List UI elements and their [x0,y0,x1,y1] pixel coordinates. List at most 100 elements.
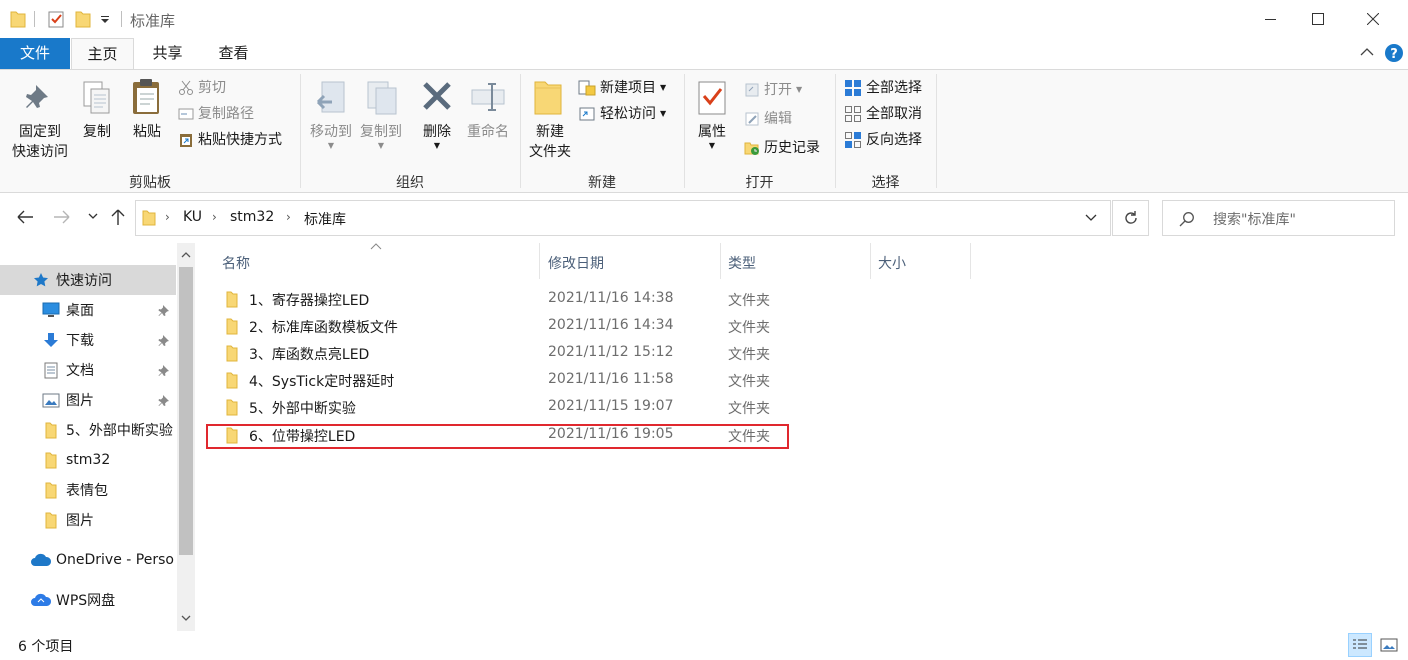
paste-button[interactable]: 粘贴 [126,122,168,142]
history-icon [744,142,759,155]
breadcrumb-ku[interactable]: KU [183,209,202,225]
scroll-thumb[interactable] [179,267,193,555]
nav-wps[interactable]: WPS网盘 [0,585,176,615]
cut-button[interactable]: 剪切 [178,78,226,98]
nav-item-downloads[interactable]: 下载 [0,325,176,355]
rename-button[interactable]: 重命名 [462,122,514,142]
group-label-new: 新建 [588,175,616,191]
copy-to-icon [364,80,400,118]
scroll-up-icon[interactable] [181,251,191,258]
delete-icon [421,80,453,112]
collapse-ribbon-icon[interactable] [1360,47,1374,57]
move-to-button[interactable]: 移动到 ▼ [304,122,358,150]
paste-shortcut-button[interactable]: 粘贴快捷方式 [178,130,282,150]
back-icon[interactable] [16,209,34,225]
select-all-button[interactable]: 全部选择 [844,78,922,98]
search-input[interactable]: 搜索"标准库" [1213,209,1296,229]
item-count: 6 个项目 [18,639,74,655]
pin-icon[interactable] [158,304,170,316]
copy-to-button[interactable]: 复制到 ▼ [354,122,408,150]
column-header-type[interactable]: 类型 [728,253,756,272]
recent-locations-icon[interactable] [88,213,98,221]
new-folder-quick-icon[interactable] [75,10,91,28]
group-label-open: 打开 [745,175,774,191]
pin-icon[interactable] [158,334,170,346]
address-bar[interactable]: › KU › stm32 › 标准库 [135,200,1111,236]
minimize-button[interactable] [1248,0,1294,38]
address-history-icon[interactable] [1085,214,1097,222]
nav-item-desktop[interactable]: 桌面 [0,295,176,325]
paste-shortcut-icon [180,134,192,147]
column-header-date[interactable]: 修改日期 [548,253,604,272]
select-none-button[interactable]: 全部取消 [844,104,922,124]
folder-icon [45,512,57,529]
tab-home[interactable]: 主页 [71,38,134,70]
invert-selection-button[interactable]: 反向选择 [844,130,922,150]
breadcrumb-separator-icon[interactable]: › [165,210,170,224]
nav-item-folder-exti[interactable]: 5、外部中断实验 [0,415,176,445]
nav-quick-access[interactable]: 快速访问 [0,265,176,295]
properties-button[interactable]: 属性 ▼ [690,122,734,150]
delete-button[interactable]: 删除 ▼ [416,122,458,150]
edit-button[interactable]: 编辑 [744,109,792,129]
tab-file[interactable]: 文件 [0,38,70,69]
properties-icon [697,78,727,116]
ribbon: 固定到 快速访问 复制 粘贴 剪切 复制路径 粘贴快捷方式 剪贴板 移动到 ▼ … [0,69,1408,193]
tab-view[interactable]: 查看 [202,38,265,69]
wps-cloud-icon [30,593,52,607]
pin-icon[interactable] [158,364,170,376]
nav-item-folder-stm32[interactable]: stm32 [0,445,176,475]
nav-scrollbar[interactable] [177,243,195,631]
file-row[interactable]: 4、SysTick定时器延时 2021/11/16 11:58 文件夹 [218,367,798,394]
scroll-down-icon[interactable] [181,615,191,622]
dropdown-arrow-icon: ▼ [796,85,803,94]
forward-icon[interactable] [53,209,71,225]
sort-ascending-icon [370,243,382,250]
folder-icon [45,422,57,439]
properties-quick-icon[interactable] [47,9,65,29]
window-title: 标准库 [130,12,176,30]
dropdown-arrow-icon: ▼ [708,141,716,150]
customize-toolbar-icon[interactable] [100,12,110,26]
folder-icon [10,10,26,28]
easy-access-button[interactable]: 轻松访问 ▼ [578,104,666,124]
tab-share[interactable]: 共享 [136,38,199,69]
file-row[interactable]: 2、标准库函数模板文件 2021/11/16 14:34 文件夹 [218,313,798,340]
new-item-button[interactable]: 新建项目 ▼ [578,78,666,98]
breadcrumb-current[interactable]: 标准库 [304,209,346,229]
details-view-button[interactable] [1348,633,1372,657]
close-button[interactable] [1350,0,1396,38]
folder-icon [226,318,238,335]
up-icon[interactable] [110,208,126,226]
title-bar: 标准库 [0,0,1408,38]
search-box[interactable]: 搜索"标准库" [1162,200,1395,236]
help-icon[interactable]: ? [1384,43,1404,63]
pin-quick-access-button[interactable]: 固定到 快速访问 [4,122,76,162]
open-button[interactable]: 打开 ▼ [744,80,802,100]
nav-item-documents[interactable]: 文档 [0,355,176,385]
copy-button[interactable]: 复制 [76,122,118,142]
file-row[interactable]: 5、外部中断实验 2021/11/15 19:07 文件夹 [218,394,798,421]
breadcrumb-stm32[interactable]: stm32 [230,209,274,225]
column-header-name[interactable]: 名称 [222,253,250,272]
maximize-button[interactable] [1295,0,1341,38]
column-header-size[interactable]: 大小 [878,253,906,272]
copy-path-button[interactable]: 复制路径 [178,104,254,124]
nav-item-folder-emoji[interactable]: 表情包 [0,475,176,505]
refresh-button[interactable] [1112,200,1149,236]
copy-path-icon [178,108,194,120]
file-row[interactable]: 1、寄存器操控LED 2021/11/16 14:38 文件夹 [218,286,798,313]
new-folder-button[interactable]: 新建 文件夹 [524,122,576,162]
desktop-icon [42,302,60,318]
star-icon [33,272,49,288]
breadcrumb-separator-icon[interactable]: › [212,210,217,224]
pin-icon[interactable] [158,394,170,406]
nav-onedrive[interactable]: OneDrive - Perso [0,545,176,575]
breadcrumb-separator-icon[interactable]: › [286,210,291,224]
dropdown-arrow-icon: ▼ [433,141,441,150]
nav-item-pictures[interactable]: 图片 [0,385,176,415]
file-row[interactable]: 3、库函数点亮LED 2021/11/12 15:12 文件夹 [218,340,798,367]
history-button[interactable]: 历史记录 [744,138,820,158]
large-icons-view-button[interactable] [1377,633,1401,657]
nav-item-folder-pictures[interactable]: 图片 [0,505,176,535]
